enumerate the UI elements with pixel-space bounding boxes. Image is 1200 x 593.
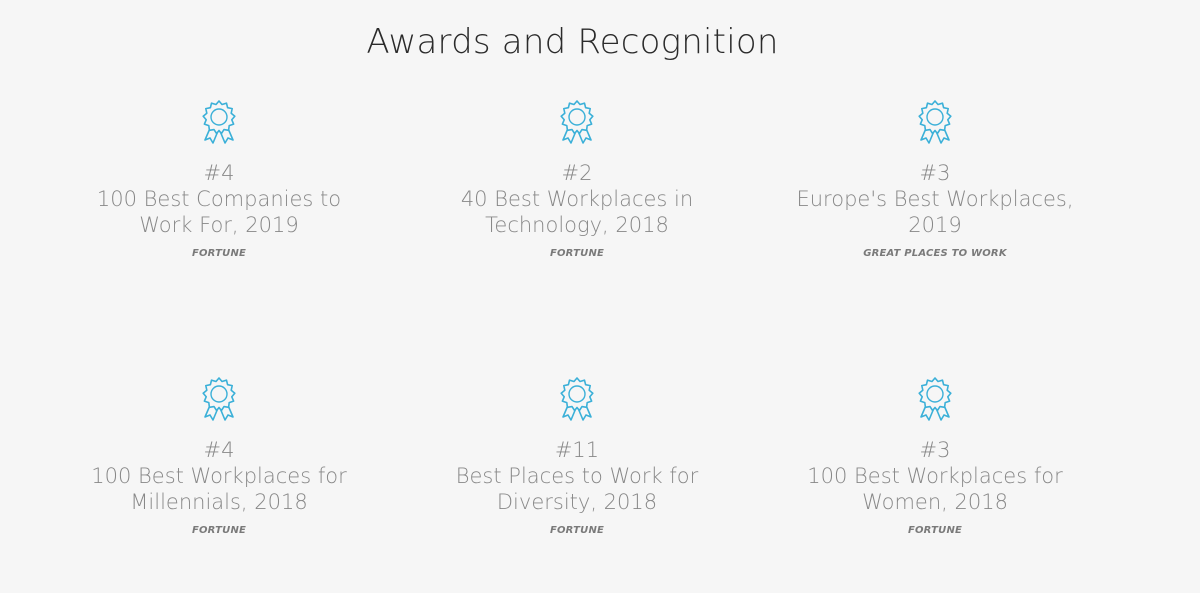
award-card: #2 40 Best Workplaces in Technology, 201…: [427, 99, 727, 259]
award-source: FORTUNE: [549, 248, 605, 259]
award-card: #11 Best Places to Work for Diversity, 2…: [427, 376, 727, 536]
award-name: Europe's Best Workplaces, 2019: [796, 187, 1074, 237]
award-card: #4 100 Best Companies to Work For, 2019 …: [69, 99, 369, 259]
award-source: FORTUNE: [191, 525, 247, 536]
award-source: GREAT PLACES TO WORK: [863, 248, 1007, 259]
award-ribbon-icon: [199, 376, 239, 422]
award-rank: #4: [203, 438, 235, 462]
award-card: #3 Europe's Best Workplaces, 2019 GREAT …: [785, 99, 1085, 259]
award-card: #4 100 Best Workplaces for Millennials, …: [69, 376, 369, 536]
award-ribbon-icon: [557, 376, 597, 422]
award-ribbon-icon: [915, 376, 955, 422]
award-name: 100 Best Workplaces for Millennials, 201…: [91, 464, 347, 514]
award-rank: #3: [919, 161, 951, 185]
awards-section: Awards and Recognition #4 100 Best Compa…: [0, 0, 1200, 593]
award-name: 40 Best Workplaces in Technology, 2018: [460, 187, 694, 237]
award-ribbon-icon: [557, 99, 597, 145]
award-rank: #3: [919, 438, 951, 462]
award-name: 100 Best Workplaces for Women, 2018: [807, 464, 1063, 514]
award-rank: #2: [561, 161, 593, 185]
award-ribbon-icon: [199, 99, 239, 145]
award-name: 100 Best Companies to Work For, 2019: [96, 187, 342, 237]
award-name: Best Places to Work for Diversity, 2018: [455, 464, 699, 514]
section-title: Awards and Recognition: [366, 22, 779, 62]
award-ribbon-icon: [915, 99, 955, 145]
award-source: FORTUNE: [907, 525, 963, 536]
award-source: FORTUNE: [191, 248, 247, 259]
award-source: FORTUNE: [549, 525, 605, 536]
award-rank: #4: [203, 161, 235, 185]
award-card: #3 100 Best Workplaces for Women, 2018 F…: [785, 376, 1085, 536]
award-rank: #11: [554, 438, 600, 462]
